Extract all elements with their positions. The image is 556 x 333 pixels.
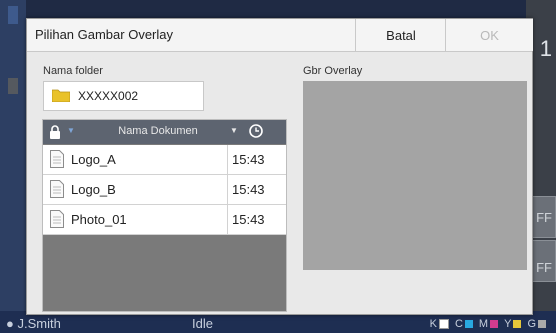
cancel-button[interactable]: Batal — [355, 19, 446, 51]
sort-descending-icon[interactable]: ▼ — [230, 126, 238, 135]
document-time: 15:43 — [232, 182, 265, 197]
list-item[interactable]: Logo_B 15:43 — [43, 175, 286, 205]
ink-y: Y — [504, 318, 522, 330]
background-right-label: FF — [536, 260, 552, 275]
document-name: Photo_01 — [71, 212, 127, 227]
ok-button[interactable]: OK — [445, 19, 533, 51]
column-header-name[interactable]: Nama Dokumen — [93, 125, 223, 137]
folder-label: Nama folder — [43, 65, 103, 77]
left-panel-icon — [8, 78, 18, 94]
document-name: Logo_B — [71, 182, 116, 197]
user-name: ● J.Smith — [6, 316, 61, 331]
dialog-title: Pilihan Gambar Overlay — [35, 27, 173, 42]
overlay-image-dialog: Pilihan Gambar Overlay Batal OK Nama fol… — [26, 18, 533, 315]
preview-label: Gbr Overlay — [303, 65, 363, 77]
folder-name: XXXXX002 — [78, 89, 139, 103]
user-icon: ● — [6, 316, 14, 331]
document-icon — [50, 210, 64, 228]
machine-status: Idle — [192, 316, 213, 331]
document-name: Logo_A — [71, 152, 116, 167]
overlay-preview — [303, 81, 527, 270]
document-icon — [50, 180, 64, 198]
background-right-label: FF — [536, 210, 552, 225]
dialog-header: Pilihan Gambar Overlay Batal OK — [27, 19, 533, 52]
list-item[interactable]: Logo_A 15:43 — [43, 145, 286, 175]
column-divider — [227, 205, 228, 234]
folder-icon — [52, 89, 70, 102]
clock-icon[interactable] — [249, 124, 263, 138]
ink-k: K — [430, 318, 449, 330]
document-time: 15:43 — [232, 152, 265, 167]
sort-indicator-icon[interactable]: ▼ — [67, 126, 75, 135]
background-left-panel — [0, 0, 26, 333]
ink-c: C — [455, 318, 473, 330]
list-header: ▼ Nama Dokumen ▼ — [43, 120, 286, 144]
background-number: 1 — [539, 36, 552, 61]
column-divider — [227, 175, 228, 204]
ink-g: G — [527, 318, 546, 330]
document-time: 15:43 — [232, 212, 265, 227]
folder-selector[interactable]: XXXXX002 — [43, 81, 204, 111]
lock-icon[interactable] — [48, 125, 62, 139]
list-item[interactable]: Photo_01 15:43 — [43, 205, 286, 235]
column-divider — [227, 145, 228, 174]
ink-m: M — [479, 318, 499, 330]
left-panel-icon — [8, 6, 18, 24]
document-list: ▼ Nama Dokumen ▼ Logo_A 15:43 Logo_B 15:… — [42, 119, 287, 312]
document-icon — [50, 150, 64, 168]
ink-levels: K C M Y G — [430, 318, 546, 330]
